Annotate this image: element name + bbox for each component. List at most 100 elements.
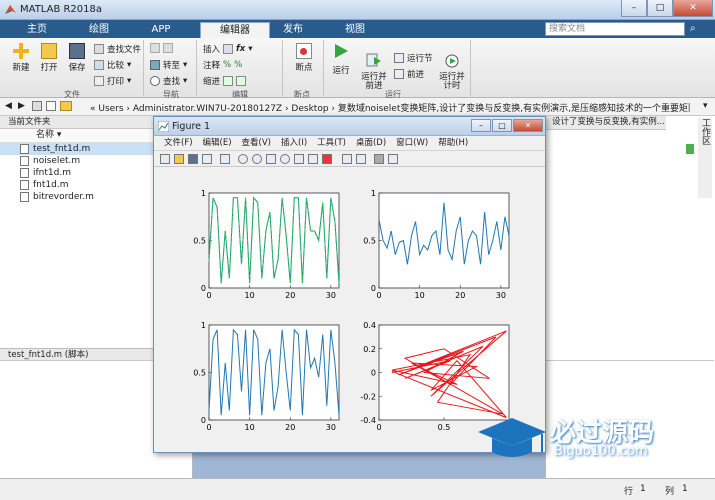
- tab-plots[interactable]: 绘图: [70, 22, 128, 38]
- tab-apps[interactable]: APP: [132, 22, 190, 38]
- menu-desktop[interactable]: 桌面(D): [356, 136, 386, 150]
- brush-icon[interactable]: [308, 154, 318, 164]
- y-tick-label: 1: [371, 189, 376, 198]
- stopwatch-icon: [445, 54, 459, 68]
- folder-up-icon[interactable]: [32, 101, 42, 111]
- edit-plot-icon[interactable]: [220, 154, 230, 164]
- menu-file[interactable]: 文件(F): [164, 136, 193, 150]
- watermark-url: Biguo100.com: [554, 444, 648, 459]
- tab-view[interactable]: 视图: [326, 22, 384, 38]
- link-icon[interactable]: [322, 154, 332, 164]
- show-tools-icon[interactable]: [388, 154, 398, 164]
- save-icon: [69, 43, 85, 59]
- status-bar: 行 1 列 1: [0, 478, 715, 500]
- legend-icon[interactable]: [356, 154, 366, 164]
- run-icon: [335, 44, 348, 58]
- y-tick-label: 0.5: [193, 237, 206, 246]
- tab-home[interactable]: 主页: [8, 22, 66, 38]
- colorbar-icon[interactable]: [342, 154, 352, 164]
- y-tick-label: 0.4: [363, 321, 376, 330]
- maximize-button[interactable]: □: [647, 0, 673, 17]
- goto-button[interactable]: 转至 ▾: [150, 59, 187, 71]
- figure-close-button[interactable]: ✕: [513, 119, 543, 132]
- watermark-logo: 必过源码 Biguo100.com: [470, 408, 710, 468]
- search-docs-input[interactable]: 搜索文档: [545, 22, 685, 36]
- nav-back-icon[interactable]: [150, 43, 173, 53]
- address-bar: ◀ ▶ « Users › Administrator.WIN7U-201801…: [0, 98, 715, 116]
- y-tick-label: 1: [201, 189, 206, 198]
- y-tick-label: -0.4: [360, 416, 376, 425]
- current-folder-path[interactable]: « Users › Administrator.WIN7U-20180127Z …: [90, 101, 690, 114]
- y-tick-label: 0.5: [193, 369, 206, 378]
- workspace-vertical-tab[interactable]: 工作区: [698, 118, 712, 198]
- insert-button[interactable]: 插入 fx ▾: [203, 43, 252, 55]
- print-button[interactable]: 打印 ▾: [94, 75, 131, 87]
- figure-title-bar[interactable]: Figure 1 – □ ✕: [154, 117, 545, 136]
- back-arrow-icon[interactable]: ◀: [5, 101, 12, 111]
- data-cursor-icon[interactable]: [294, 154, 304, 164]
- forward-arrow-icon[interactable]: ▶: [18, 101, 25, 111]
- figure-maximize-button[interactable]: □: [492, 119, 512, 132]
- run-advance-button[interactable]: 运行并 前进: [358, 43, 390, 91]
- indent-button[interactable]: 缩进: [203, 75, 247, 87]
- menu-tools[interactable]: 工具(T): [317, 136, 346, 150]
- pan-icon[interactable]: [266, 154, 276, 164]
- editor-tab-title[interactable]: 设计了变换与反变换,有实例...: [546, 116, 666, 130]
- row-label: 行: [624, 487, 634, 497]
- tab-editor[interactable]: 编辑器: [200, 22, 270, 38]
- percent-icon: %: [223, 60, 232, 70]
- minimize-button[interactable]: –: [621, 0, 647, 17]
- figure-title: Figure 1: [172, 121, 211, 132]
- x-tick-label: 0: [376, 423, 381, 432]
- search-icon[interactable]: ⌕: [690, 23, 696, 34]
- x-tick-label: 10: [245, 291, 255, 300]
- figure-icon: [158, 121, 169, 132]
- run-section-button[interactable]: 运行节: [394, 52, 433, 64]
- close-button[interactable]: ✕: [673, 0, 713, 17]
- code-ok-indicator: [686, 144, 694, 154]
- find-files-button[interactable]: 查找文件: [94, 43, 141, 55]
- run-time-button[interactable]: 运行并 计时: [438, 43, 466, 91]
- y-tick-label: 0: [201, 284, 206, 293]
- path-dropdown-icon[interactable]: ▾: [703, 101, 708, 111]
- folder-icon: [60, 101, 72, 111]
- find-files-icon: [94, 44, 104, 54]
- zoom-in-icon[interactable]: [238, 154, 248, 164]
- tab-publish[interactable]: 发布: [262, 22, 324, 38]
- x-tick-label: 30: [326, 423, 336, 432]
- compare-icon: [94, 60, 104, 70]
- compare-button[interactable]: 比较 ▾: [94, 59, 131, 71]
- col-label: 列: [665, 487, 675, 497]
- open-file-icon[interactable]: [174, 154, 184, 164]
- menu-help[interactable]: 帮助(H): [438, 136, 468, 150]
- zoom-out-icon[interactable]: [252, 154, 262, 164]
- y-tick-label: 0.2: [363, 345, 376, 354]
- x-tick-label: 20: [285, 291, 295, 300]
- print-figure-icon[interactable]: [202, 154, 212, 164]
- menu-edit[interactable]: 编辑(E): [203, 136, 232, 150]
- fx-icon[interactable]: fx: [236, 44, 245, 54]
- new-figure-icon[interactable]: [160, 154, 170, 164]
- save-figure-icon[interactable]: [188, 154, 198, 164]
- run-button[interactable]: 运行: [328, 43, 354, 76]
- matlab-logo-icon: [5, 5, 16, 14]
- browse-folder-icon[interactable]: [46, 101, 56, 111]
- x-tick-label: 0: [376, 291, 381, 300]
- m-file-icon: [20, 192, 29, 202]
- menu-insert[interactable]: 插入(I): [281, 136, 307, 150]
- open-button[interactable]: 打开: [36, 43, 62, 73]
- find-button[interactable]: 查找 ▾: [150, 75, 187, 87]
- new-button[interactable]: 新建: [8, 43, 34, 73]
- advance-button[interactable]: 前进: [394, 68, 424, 80]
- breakpoints-button[interactable]: 断点: [290, 43, 318, 73]
- menu-view[interactable]: 查看(V): [242, 136, 271, 150]
- menu-window[interactable]: 窗口(W): [396, 136, 428, 150]
- rotate-icon[interactable]: [280, 154, 290, 164]
- comment-button[interactable]: 注释%%: [203, 59, 242, 71]
- folder-icon: [41, 43, 57, 59]
- figure-minimize-button[interactable]: –: [471, 119, 491, 132]
- save-button[interactable]: 保存: [64, 43, 90, 73]
- hide-tools-icon[interactable]: [374, 154, 384, 164]
- y-tick-label: 0.5: [363, 237, 376, 246]
- run-section-icon: [394, 53, 404, 63]
